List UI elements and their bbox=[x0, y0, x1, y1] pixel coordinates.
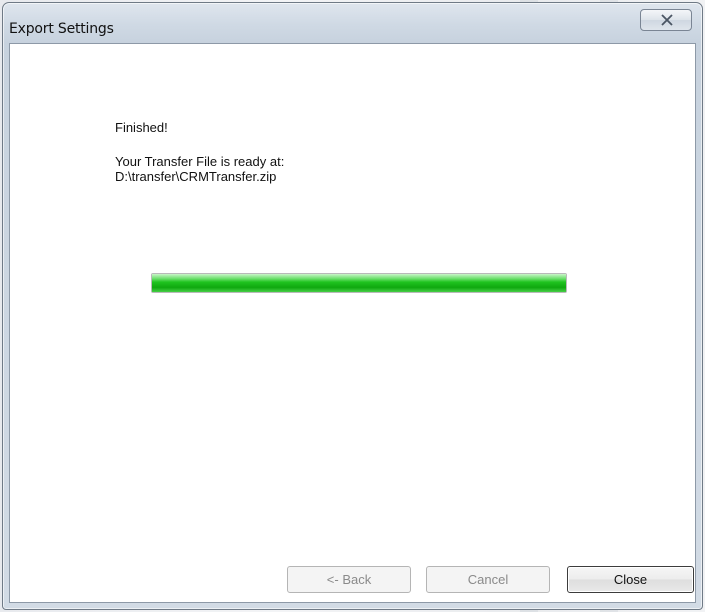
export-settings-dialog: Export Settings Finished! Your Transfer … bbox=[2, 2, 703, 610]
close-button[interactable]: Close bbox=[567, 566, 694, 593]
back-button[interactable]: <- Back bbox=[287, 566, 411, 593]
close-icon bbox=[661, 14, 673, 26]
window-close-button[interactable] bbox=[640, 9, 692, 31]
title-bar[interactable]: Export Settings bbox=[3, 3, 702, 43]
cancel-button[interactable]: Cancel bbox=[426, 566, 550, 593]
message-text: Your Transfer File is ready at: bbox=[115, 154, 285, 169]
dialog-content: Finished! Your Transfer File is ready at… bbox=[9, 43, 696, 603]
file-path-text: D:\transfer\CRMTransfer.zip bbox=[115, 169, 277, 184]
status-text: Finished! bbox=[115, 120, 168, 135]
progress-fill bbox=[152, 274, 566, 292]
window-title: Export Settings bbox=[9, 21, 114, 37]
progress-bar bbox=[151, 273, 567, 293]
